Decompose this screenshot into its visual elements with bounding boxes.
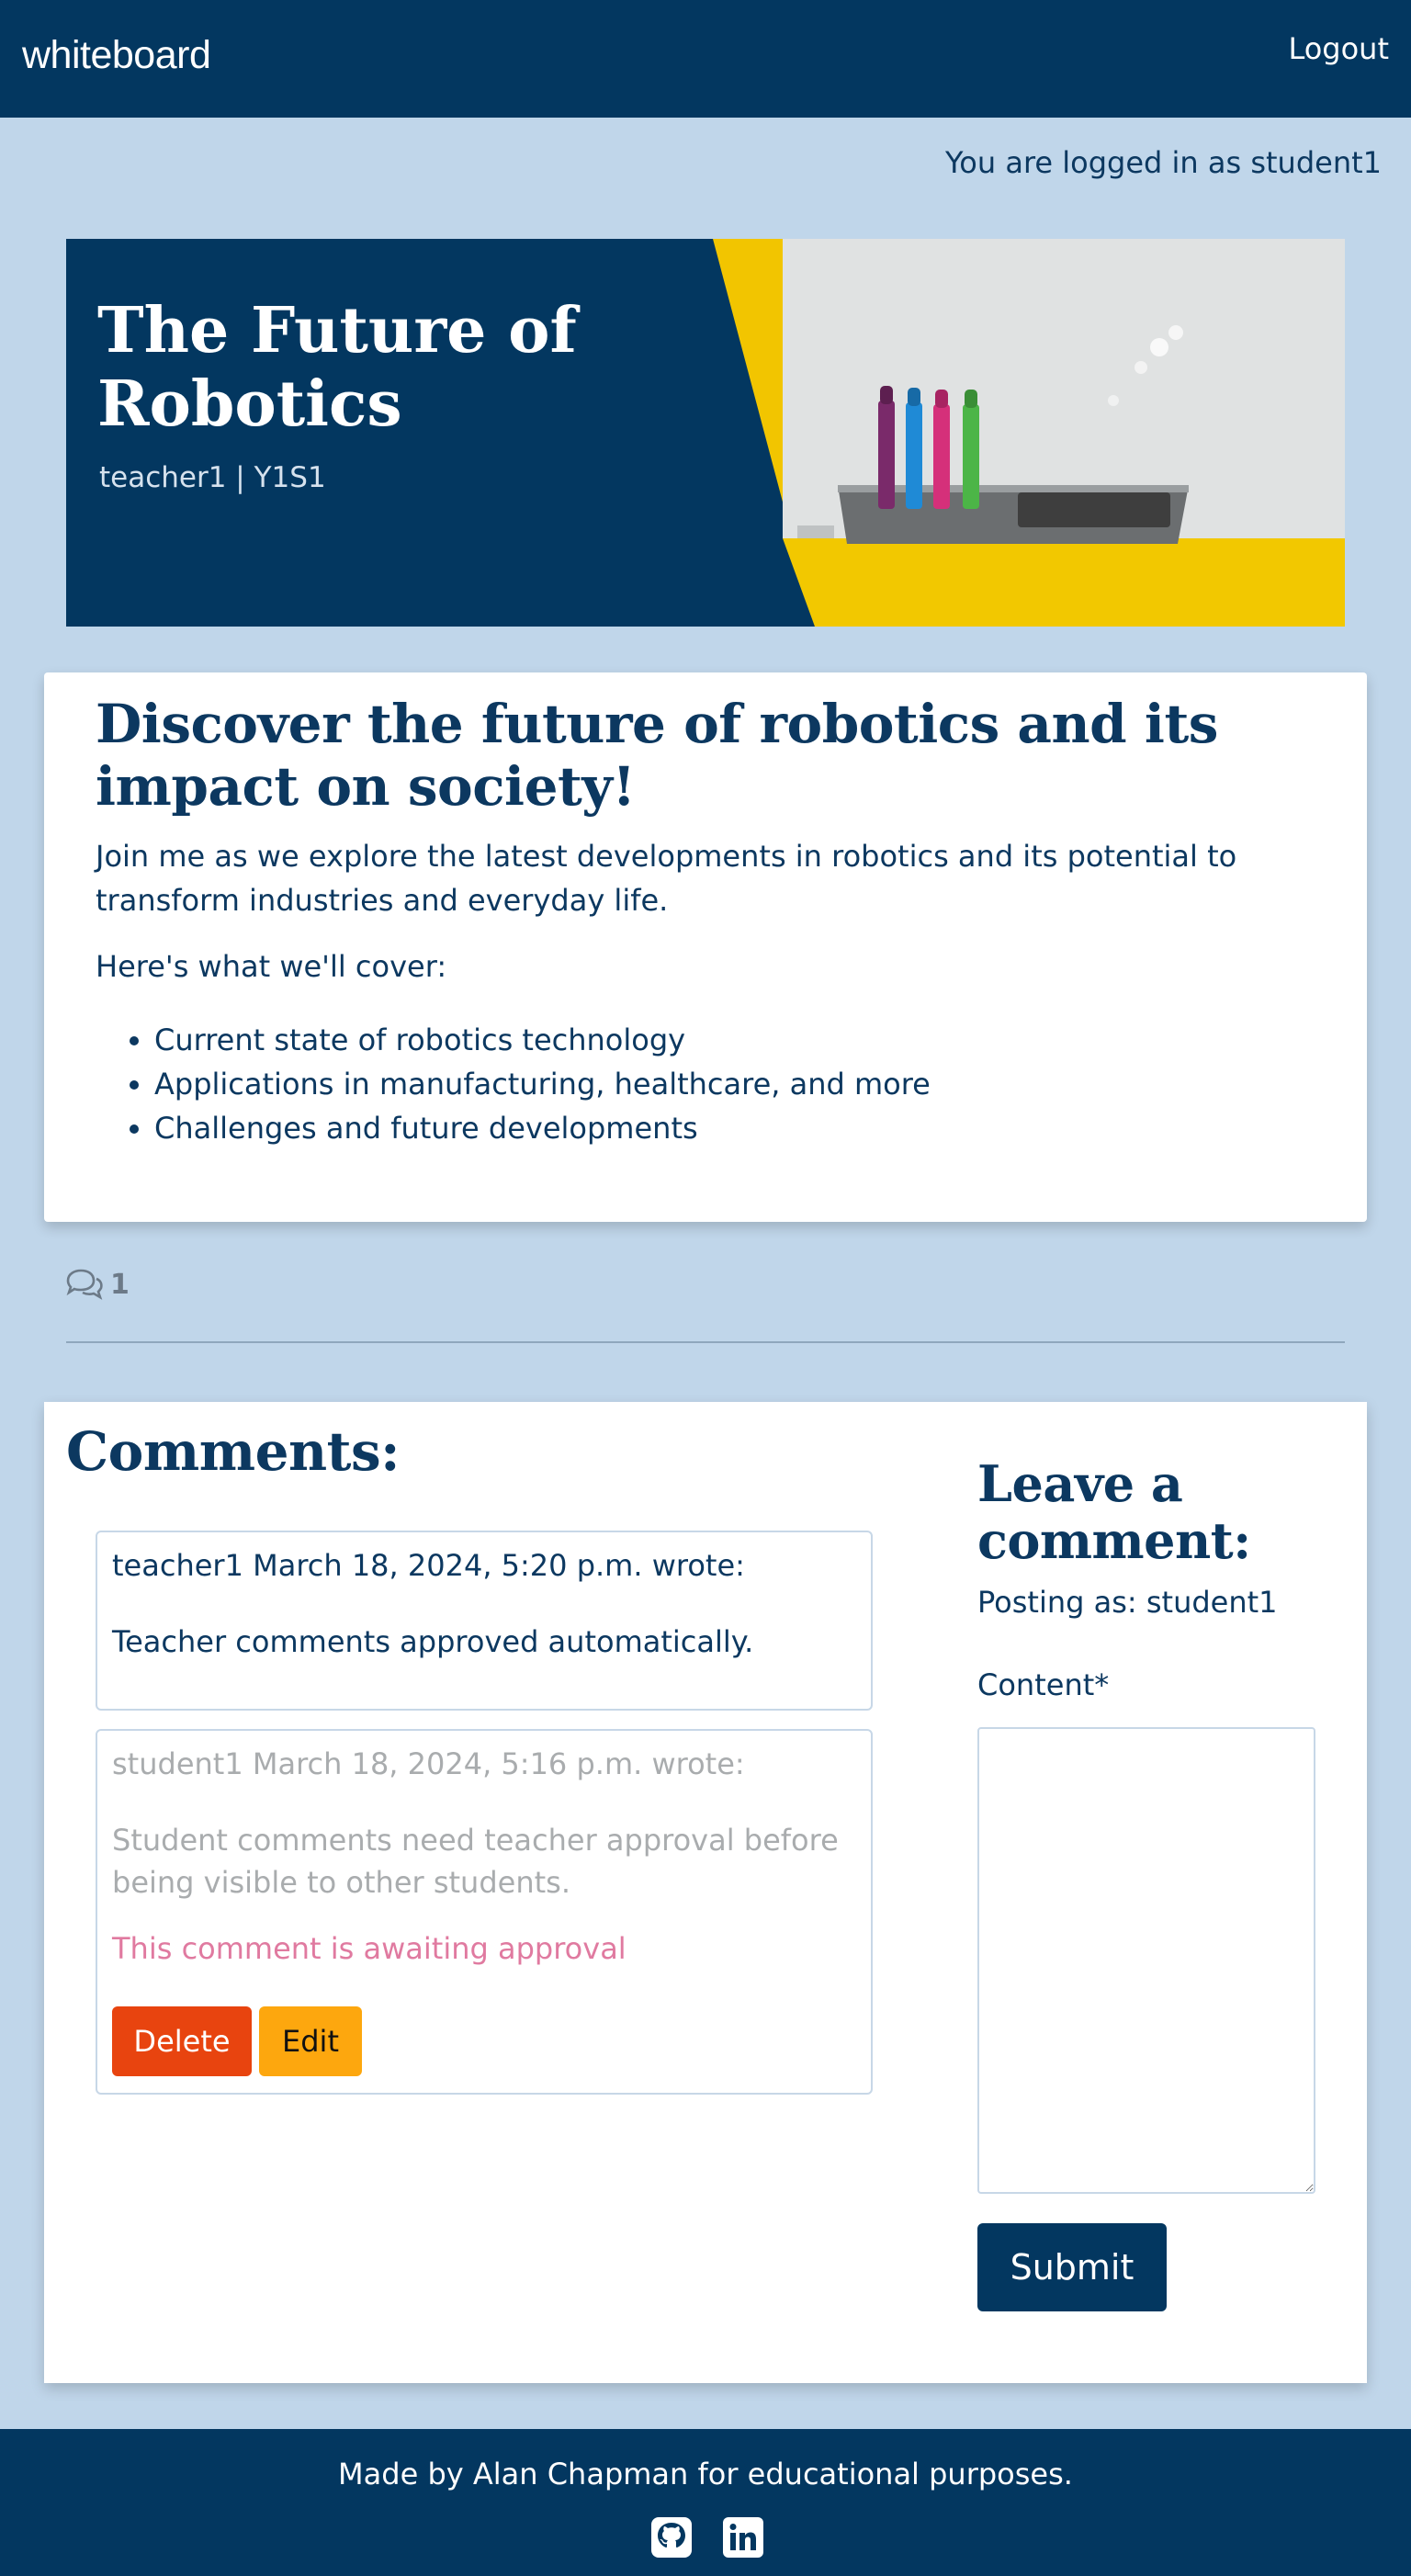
comment-content-textarea[interactable] [977,1727,1315,2194]
comment-body: Teacher comments approved automatically. [112,1624,754,1659]
post-content-card: Discover the future of robotics and its … [44,672,1367,1222]
comment-item-pending: student1 March 18, 2024, 5:16 p.m. wrote… [96,1729,873,2095]
post-hero-banner: The Future of Robotics teacher1 | Y1S1 [66,239,1345,627]
posting-as-label: Posting as: student1 [977,1585,1278,1620]
brand-logo[interactable]: whiteboard [22,33,211,78]
list-item: Applications in manufacturing, healthcar… [154,1062,931,1106]
linkedin-icon[interactable] [721,2515,765,2559]
github-icon[interactable] [649,2515,694,2559]
page-footer: Made by Alan Chapman for educational pur… [0,2429,1411,2576]
awaiting-approval-notice: This comment is awaiting approval [112,1931,626,1966]
logged-in-status: You are logged in as student1 [945,145,1382,180]
comments-section: Comments: teacher1 March 18, 2024, 5:20 … [44,1402,1367,2383]
comment-header: teacher1 March 18, 2024, 5:20 p.m. wrote… [112,1548,745,1583]
top-navbar: whiteboard Logout [0,0,1411,118]
leave-comment-heading: Leave a comment: [977,1454,1251,1570]
comments-icon [66,1269,103,1300]
submit-comment-button[interactable]: Submit [977,2223,1167,2311]
section-divider [66,1341,1345,1343]
list-item: Current state of robotics technology [154,1018,931,1062]
delete-comment-button[interactable]: Delete [112,2006,252,2076]
content-field-label: Content* [977,1667,1110,1702]
post-author-meta: teacher1 | Y1S1 [99,461,326,494]
footer-social-links [647,2515,768,2559]
edit-comment-button[interactable]: Edit [259,2006,362,2076]
comments-heading: Comments: [66,1420,401,1483]
post-cover-label: Here's what we'll cover: [96,949,447,984]
footer-credit: Made by Alan Chapman for educational pur… [338,2457,1073,2491]
comment-item: teacher1 March 18, 2024, 5:20 p.m. wrote… [96,1531,873,1711]
logout-link[interactable]: Logout [1288,31,1389,66]
post-intro: Join me as we explore the latest develop… [96,839,1237,918]
comment-count-value: 1 [110,1268,130,1301]
post-title: The Future of Robotics [97,294,577,441]
comment-body: Student comments need teacher approval b… [112,1823,839,1900]
comment-header: student1 March 18, 2024, 5:16 p.m. wrote… [112,1746,745,1781]
post-topic-list: Current state of robotics technology App… [96,1018,931,1150]
list-item: Challenges and future developments [154,1106,931,1150]
comment-count: 1 [64,1266,130,1303]
post-heading: Discover the future of robotics and its … [96,693,1218,818]
